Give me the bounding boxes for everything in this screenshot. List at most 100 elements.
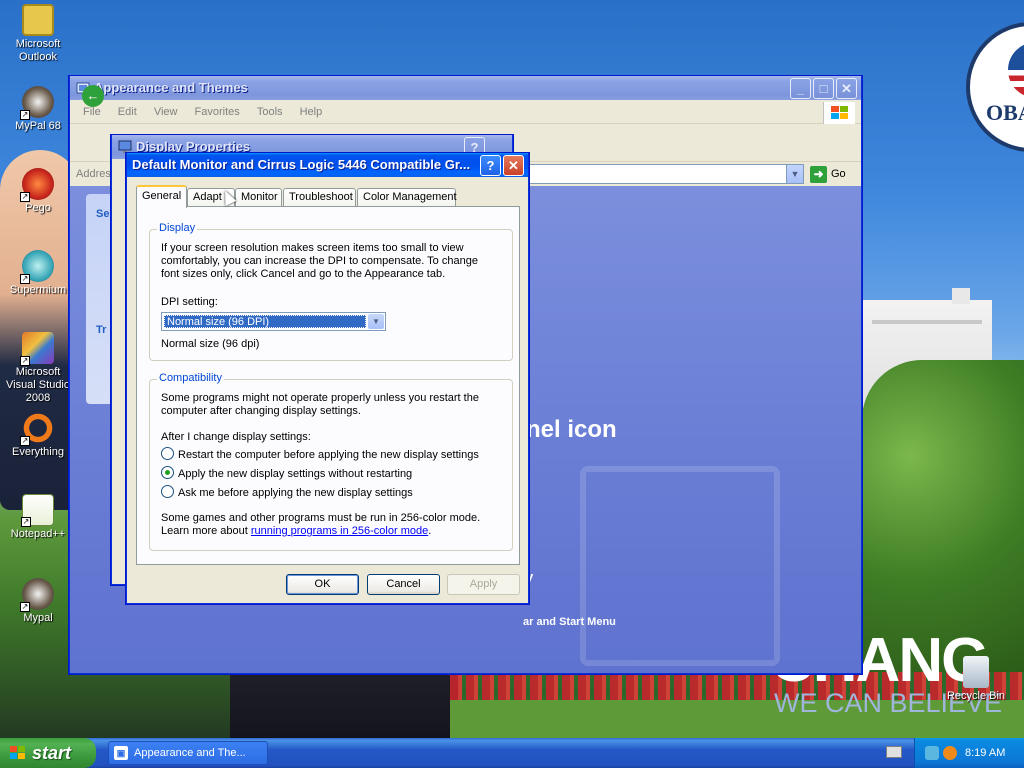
- radio-apply-without-restarting[interactable]: Apply the new display settings without r…: [161, 466, 412, 480]
- pego-icon: ↗: [20, 168, 54, 202]
- compatibility-group-legend: Compatibility: [157, 372, 224, 384]
- after-change-label: After I change display settings:: [161, 431, 311, 443]
- notepadpp-icon: ↗: [21, 494, 54, 527]
- monitor-properties-dialog: Default Monitor and Cirrus Logic 5446 Co…: [126, 153, 529, 604]
- radio-button-selected[interactable]: [161, 466, 174, 479]
- compatibility-description-line: computer after changing display settings…: [161, 405, 361, 417]
- display-description-line: font sizes only, click Cancel and go to …: [161, 268, 446, 280]
- recycle-bin-icon: [963, 656, 989, 688]
- pick-control-panel-icon-heading: nel icon: [526, 416, 617, 443]
- desktop-icon-label: Mypal: [23, 612, 53, 624]
- desktop-icon-outlook[interactable]: Microsoft Outlook: [0, 4, 76, 64]
- desktop-icon-notepadpp[interactable]: ↗ Notepad++: [0, 494, 76, 541]
- learn-more-prefix: Learn more about: [161, 525, 251, 537]
- games-note: Some games and other programs must be ru…: [161, 512, 511, 538]
- dpi-note: Normal size (96 dpi): [161, 338, 260, 350]
- learn-more-line: Learn more about running programs in 256…: [161, 525, 511, 538]
- display-description-line: If your screen resolution makes screen i…: [161, 242, 464, 254]
- task-pane-head-see-also: Se: [96, 208, 110, 220]
- task-pane-head-troubleshooters: Tr: [96, 324, 107, 336]
- radio-button[interactable]: [161, 485, 174, 498]
- dpi-setting-label: DPI setting:: [161, 296, 218, 308]
- monitor-dialog-title: Default Monitor and Cirrus Logic 5446 Co…: [132, 157, 471, 172]
- tab-troubleshoot[interactable]: Troubleshoot: [283, 188, 356, 207]
- desktop-icon-label: Recycle Bin: [946, 690, 1006, 702]
- games-note-line: Some games and other programs must be ru…: [161, 512, 481, 524]
- compatibility-description-line: Some programs might not operate properly…: [161, 392, 479, 404]
- help-button[interactable]: ?: [480, 155, 501, 176]
- display-group-legend: Display: [157, 222, 198, 234]
- desktop-icon-label: Pego: [25, 202, 51, 214]
- apply-button[interactable]: Apply: [447, 574, 520, 595]
- desktop-icon-supermium[interactable]: ↗ Supermium: [0, 250, 76, 297]
- close-button[interactable]: ✕: [503, 155, 524, 176]
- minimize-button[interactable]: _: [790, 78, 811, 99]
- system-tray: 8:19 AM: [914, 738, 1024, 768]
- desktop-icon-recycle-bin[interactable]: Recycle Bin: [938, 656, 1014, 703]
- desktop-icon-label: Microsoft Visual Studio 2008: [5, 366, 70, 404]
- wallpaper-campaign-logo: OBA: [966, 22, 1024, 152]
- explorer-titlebar[interactable]: Appearance and Themes _ □ ✕: [70, 76, 861, 100]
- desktop-icon-everything[interactable]: ↗ Everything: [0, 412, 76, 459]
- clock[interactable]: 8:19 AM: [965, 738, 1005, 768]
- desktop-icon-label: Notepad++: [10, 528, 66, 540]
- general-tab-panel: Display If your screen resolution makes …: [136, 206, 520, 565]
- desktop-icon-mypal[interactable]: ↗ Mypal: [0, 578, 76, 625]
- menu-favorites[interactable]: Favorites: [188, 100, 247, 124]
- chevron-down-icon[interactable]: ▼: [368, 314, 384, 329]
- desktop-icon-label: Everything: [12, 446, 64, 458]
- maximize-button[interactable]: □: [813, 78, 834, 99]
- address-label: Addres: [76, 168, 111, 180]
- supermium-icon: ↗: [20, 250, 54, 284]
- close-button[interactable]: ✕: [836, 78, 857, 99]
- dpi-selected-value: Normal size (96 DPI): [164, 315, 366, 328]
- menu-edit[interactable]: Edit: [111, 100, 144, 124]
- learn-more-suffix: .: [428, 525, 432, 537]
- menu-help[interactable]: Help: [293, 100, 330, 124]
- visual-studio-icon: ↗: [20, 332, 54, 366]
- explorer-title: Appearance and Themes: [94, 80, 248, 95]
- mypal-icon: ↗: [20, 578, 54, 612]
- windows-logo-icon: [10, 746, 25, 759]
- go-arrow-icon: ➜: [810, 165, 827, 183]
- tab-monitor[interactable]: Monitor: [235, 188, 282, 207]
- radio-label: Restart the computer before applying the…: [178, 449, 479, 461]
- go-button[interactable]: ➜ Go: [810, 165, 854, 183]
- explorer-menubar: File Edit View Favorites Tools Help: [70, 100, 861, 124]
- taskbar-start-menu-link[interactable]: ar and Start Menu: [523, 616, 616, 628]
- everything-icon: ↗: [20, 412, 54, 446]
- compatibility-description: Some programs might not operate properly…: [161, 392, 511, 418]
- cancel-button[interactable]: Cancel: [367, 574, 440, 595]
- start-button[interactable]: start: [0, 738, 96, 768]
- monitor-dialog-titlebar[interactable]: Default Monitor and Cirrus Logic 5446 Co…: [127, 153, 528, 177]
- keyboard-language-icon[interactable]: [886, 746, 902, 758]
- desktop-icon-label: Microsoft Outlook: [15, 38, 61, 63]
- search-tray-icon[interactable]: [943, 746, 957, 760]
- chevron-down-icon[interactable]: ▼: [786, 165, 803, 183]
- radio-label: Apply the new display settings without r…: [178, 468, 413, 480]
- radio-restart-before-applying[interactable]: Restart the computer before applying the…: [161, 447, 479, 461]
- taskbar-item-appearance-themes[interactable]: ▣ Appearance and The...: [108, 741, 268, 765]
- 256-color-mode-link[interactable]: running programs in 256-color mode: [251, 525, 428, 537]
- desktop-icon-mypal68[interactable]: ↗ MyPal 68: [0, 86, 76, 133]
- radio-button[interactable]: [161, 447, 174, 460]
- display-description-line: comfortably, you can increase the DPI to…: [161, 255, 478, 267]
- dpi-setting-select[interactable]: Normal size (96 DPI) ▼: [161, 312, 386, 331]
- desktop-icon-label: Supermium: [9, 284, 67, 296]
- menu-view[interactable]: View: [147, 100, 185, 124]
- desktop-icon-label: MyPal 68: [15, 120, 61, 132]
- display-watermark-icon: [580, 466, 780, 666]
- ok-button[interactable]: OK: [286, 574, 359, 595]
- desktop-icon-pego[interactable]: ↗ Pego: [0, 168, 76, 215]
- campaign-logo-text: OBA: [986, 100, 1024, 125]
- desktop-icon-visual-studio[interactable]: ↗ Microsoft Visual Studio 2008: [0, 332, 76, 405]
- tab-general[interactable]: General: [136, 185, 187, 208]
- network-icon[interactable]: [925, 746, 939, 760]
- back-button[interactable]: ←: [82, 85, 104, 107]
- dialog-tabs: General Adapt Monitor Troubleshoot Color…: [136, 185, 528, 208]
- radio-ask-before-applying[interactable]: Ask me before applying the new display s…: [161, 485, 413, 499]
- radio-label: Ask me before applying the new display s…: [178, 487, 413, 499]
- tab-color-management[interactable]: Color Management: [357, 188, 457, 207]
- menu-tools[interactable]: Tools: [250, 100, 290, 124]
- windows-flag-icon: [823, 102, 855, 124]
